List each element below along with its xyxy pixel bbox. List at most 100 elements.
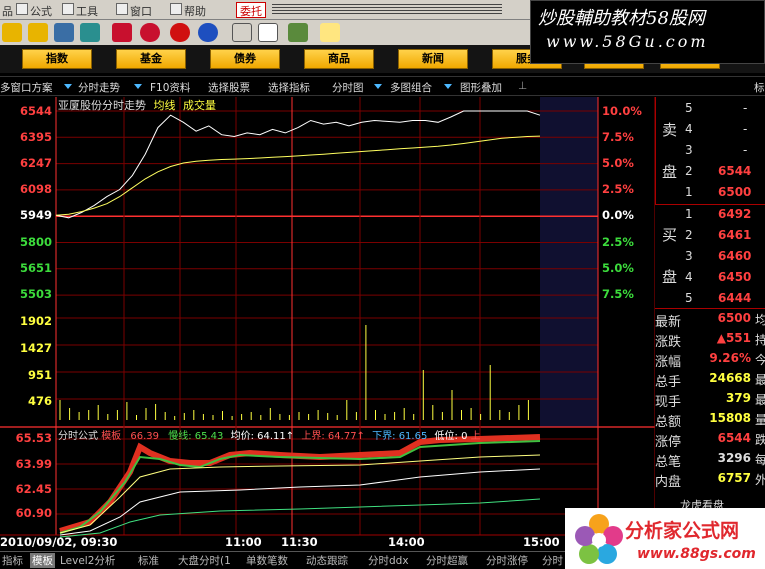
tab-level2[interactable]: Level2分析 xyxy=(60,553,115,568)
link-blue-icon[interactable] xyxy=(198,23,218,42)
nav-fund[interactable]: 基金 xyxy=(116,49,186,69)
sell-price: - xyxy=(743,122,748,136)
tab-dynamic-track[interactable]: 动态跟踪 xyxy=(306,553,348,568)
buy-price: 6444 xyxy=(718,291,752,305)
stat-label: 涨幅 xyxy=(655,355,682,370)
fb-f10[interactable]: F10资料 xyxy=(150,80,190,95)
fb-timechart[interactable]: 分时图 xyxy=(332,80,364,95)
ind-v2: 65.43 xyxy=(194,431,224,442)
flower-logo-icon xyxy=(575,514,623,564)
avg-legend: 均线 xyxy=(153,99,176,112)
fb-timeshare[interactable]: 分时走势 xyxy=(78,80,120,95)
menu-help[interactable]: 帮助 xyxy=(184,3,206,19)
tab-limit-up[interactable]: 分时涨停 xyxy=(486,553,528,568)
indicator-lower-line xyxy=(59,498,541,538)
buy-level: 2 xyxy=(685,228,693,242)
dropdown-icon[interactable] xyxy=(444,84,452,89)
price-line xyxy=(55,110,541,219)
menu-tools[interactable]: 工具 xyxy=(76,3,98,19)
dropdown-icon[interactable] xyxy=(64,84,72,89)
tab-template[interactable]: 模板 xyxy=(30,553,55,568)
ind-name[interactable]: 分时公式 xyxy=(58,431,98,442)
layout-icon[interactable] xyxy=(258,23,278,42)
quote-panel: 卖 盘 买 盘 5 - 4 - 3 - 2 6544 1 6500 1 6492… xyxy=(655,97,765,499)
binoculars-icon[interactable] xyxy=(54,23,74,42)
tab-order-count[interactable]: 单数笔数 xyxy=(246,553,288,568)
ind-tick: 60.90 xyxy=(15,506,52,520)
fb-select-stock[interactable]: 选择股票 xyxy=(208,80,250,95)
menu-formula[interactable]: 公式 xyxy=(30,3,52,19)
fb-multichart[interactable]: 多图组合 xyxy=(390,80,432,95)
price-tick: 6098 xyxy=(19,182,52,196)
logo-url: www.88gs.com xyxy=(637,546,756,562)
price-tick: 6395 xyxy=(19,130,52,144)
pct-tick: 7.5% xyxy=(602,287,634,301)
vol-tick: 1427 xyxy=(19,341,52,355)
help-icon xyxy=(170,3,182,15)
stat-value: 15808 xyxy=(709,411,751,425)
books-icon[interactable] xyxy=(288,23,308,42)
weituo-button[interactable]: 委托 xyxy=(236,2,266,18)
time-tick: 15:00 xyxy=(523,535,560,549)
tab-market-timeshare[interactable]: 大盘分时(1 xyxy=(178,553,231,568)
ind-v3-label: 均价: xyxy=(230,431,254,442)
back-icon[interactable] xyxy=(2,23,22,42)
divider xyxy=(655,308,765,309)
fb-multiwindow[interactable]: 多窗口方案 xyxy=(0,80,53,95)
ind-v5: 61.65 xyxy=(398,431,428,442)
ind-v1: 66.39 xyxy=(130,431,160,442)
dropdown-icon[interactable] xyxy=(134,84,142,89)
time-tick: 11:30 xyxy=(281,535,318,549)
menu-item[interactable]: 品 xyxy=(2,3,13,19)
stat-value: 6544 xyxy=(717,431,751,445)
watermark-url: www.58Gu.com xyxy=(546,32,709,51)
fb-select-indicator[interactable]: 选择指标 xyxy=(268,80,310,95)
menu-window[interactable]: 窗口 xyxy=(130,3,152,19)
chart-title: 亚厦股份分时走势 xyxy=(58,99,146,112)
buy-price: 6450 xyxy=(718,270,752,284)
link-red-icon[interactable] xyxy=(140,23,160,42)
help-cursor-icon[interactable] xyxy=(320,23,340,42)
pct-tick: 5.0% xyxy=(602,156,634,170)
pin-icon[interactable]: ⊥ xyxy=(518,80,527,92)
stat-value: 3296 xyxy=(717,451,751,465)
buy-level: 4 xyxy=(685,270,693,284)
ind-v4-label: 上界: xyxy=(301,431,325,442)
nav-index[interactable]: 指数 xyxy=(22,49,92,69)
stat-label: 总笔 xyxy=(655,455,682,470)
ind-v3: 64.11↑ xyxy=(257,431,295,442)
dropdown-icon[interactable] xyxy=(374,84,382,89)
nav-bond[interactable]: 债券 xyxy=(210,49,280,69)
tab-indicator[interactable]: 指标 xyxy=(2,553,23,568)
stat-extra: 每 xyxy=(755,453,765,467)
fb-overlay[interactable]: 图形叠加 xyxy=(460,80,502,95)
sell-price: - xyxy=(743,143,748,157)
tab-standard[interactable]: 标准 xyxy=(138,553,159,568)
link-red-icon[interactable] xyxy=(170,23,190,42)
announce-icon[interactable] xyxy=(80,23,100,42)
stat-value: 379 xyxy=(725,391,751,405)
forward-icon[interactable] xyxy=(28,23,48,42)
vol-tick: 1902 xyxy=(19,314,52,328)
tool-icon xyxy=(62,3,74,15)
ind-mode: 模板 xyxy=(101,431,122,442)
time-axis-start: 2010/09/02, 09:30 xyxy=(0,535,118,549)
stat-label: 涨停 xyxy=(655,435,682,450)
stat-label: 总手 xyxy=(655,375,682,390)
fb-more[interactable]: 标 xyxy=(754,80,765,95)
chart-red-icon[interactable] xyxy=(112,23,132,42)
nav-commodity[interactable]: 商品 xyxy=(304,49,374,69)
nav-news[interactable]: 新闻 xyxy=(398,49,468,69)
stat-extra: 今 xyxy=(755,353,765,367)
stat-extra: 外 xyxy=(755,473,765,487)
window-icon[interactable] xyxy=(232,23,252,42)
bottom-tabs: 指标 模板 Level2分析 标准 大盘分时(1 单数笔数 动态跟踪 分时ddx… xyxy=(0,551,600,569)
sell-price: 6500 xyxy=(718,185,752,199)
sell-level: 3 xyxy=(685,143,693,157)
tab-super-win[interactable]: 分时超赢 xyxy=(426,553,468,568)
tab-more[interactable]: 分时 xyxy=(542,553,563,568)
stat-value: 9.26% xyxy=(709,351,751,365)
tab-ddx[interactable]: 分时ddx xyxy=(368,553,409,568)
price-tick: 6544 xyxy=(19,104,52,118)
function-bar: 多窗口方案 分时走势 F10资料 选择股票 选择指标 分时图 多图组合 图形叠加… xyxy=(0,76,765,96)
